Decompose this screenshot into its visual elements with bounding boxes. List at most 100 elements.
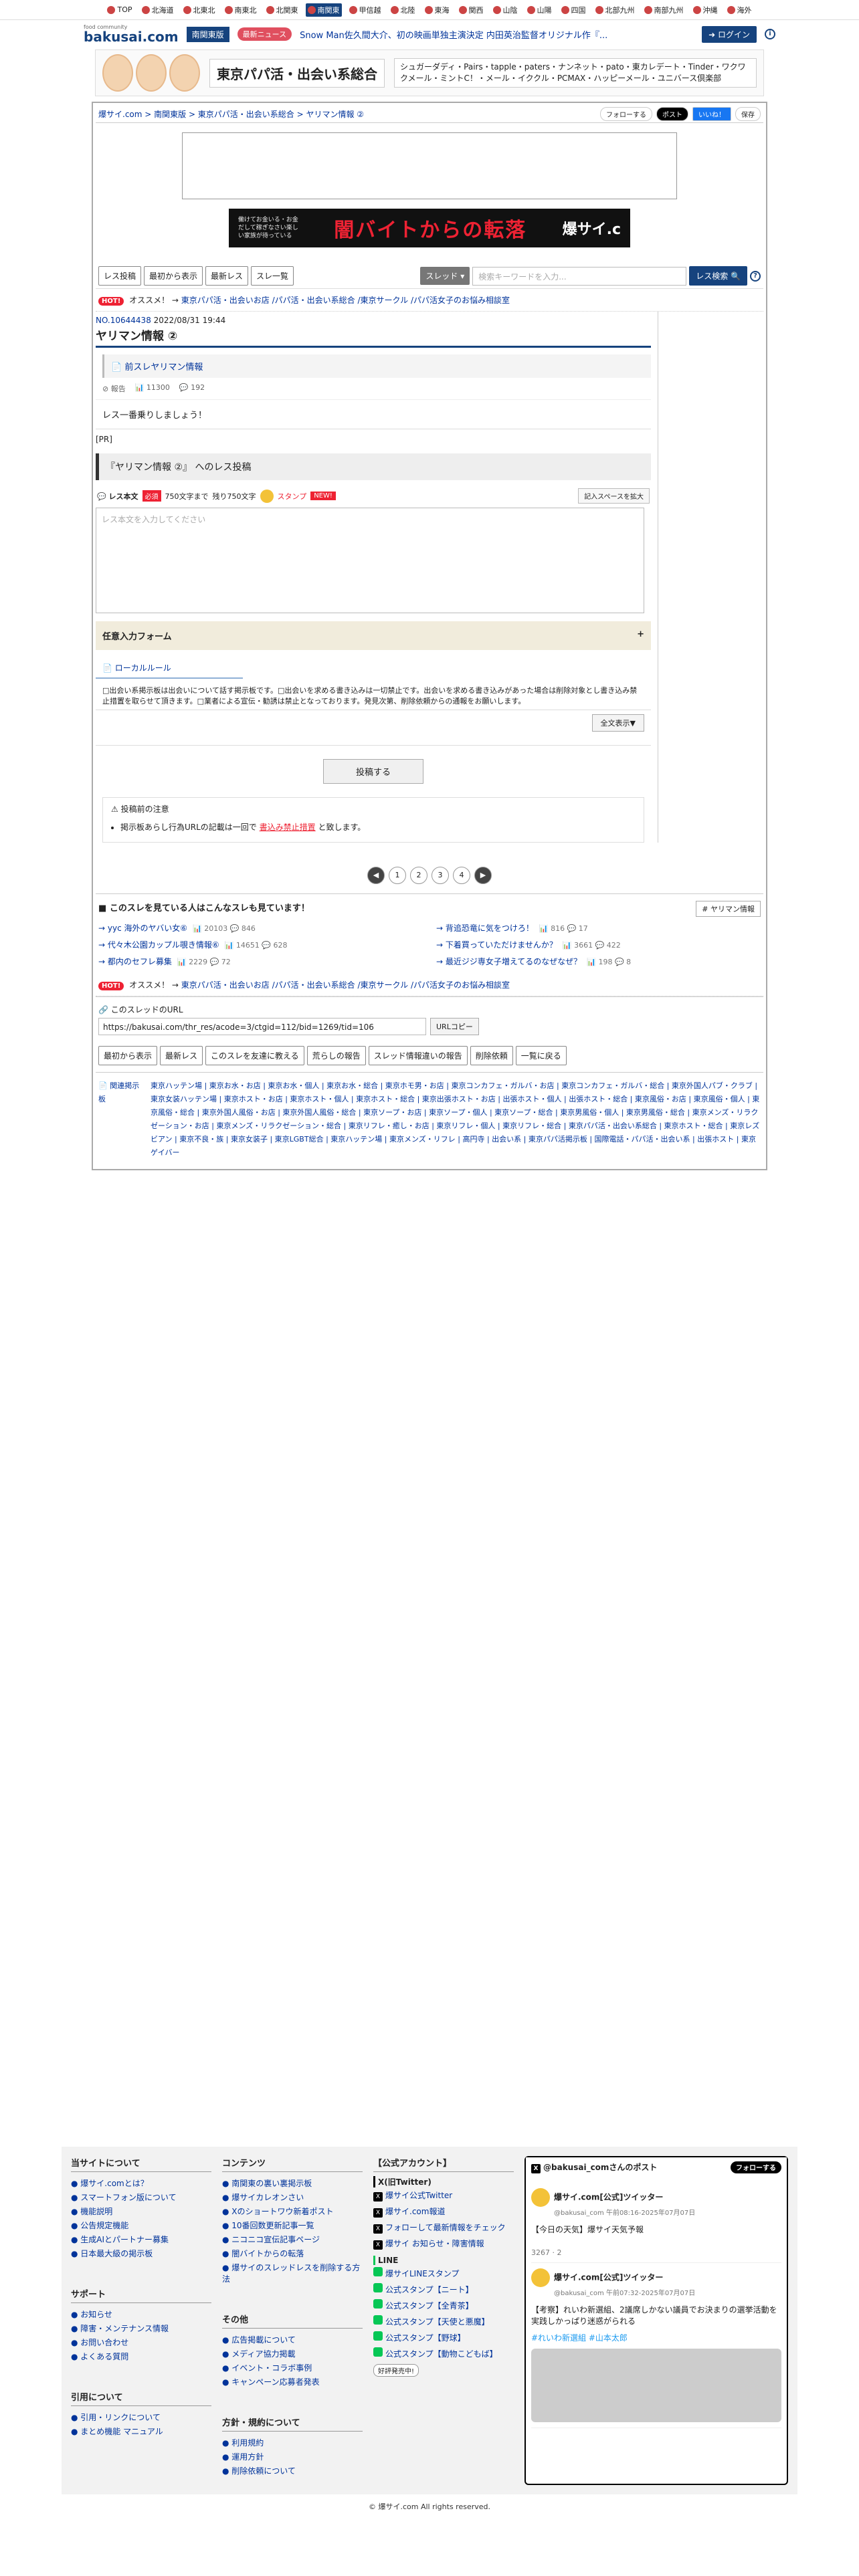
bottom-button[interactable]: 一覧に戻る (515, 1046, 567, 1065)
bottom-button[interactable]: スレッド情報違いの報告 (368, 1046, 468, 1065)
tag-button[interactable]: # ヤリマン情報 (696, 901, 761, 917)
footer-link[interactable]: ● よくある質問 (71, 2349, 211, 2363)
facebook-like-button[interactable]: いいね！ (692, 107, 731, 121)
related-boards-links[interactable]: 東京ハッテン場 | 東京お水・お店 | 東京お水・個人 | 東京お水・総合 | … (151, 1079, 761, 1160)
region-nav-item[interactable]: 南部九州 (642, 3, 686, 17)
stamp-icon[interactable] (260, 489, 274, 503)
prev-thread-link[interactable]: 📄 前スレヤリマン情報 (102, 354, 651, 378)
news-headline[interactable]: Snow Man佐久間大介、初の映画単独主演決定 内田英治監督オリジナル作『..… (300, 28, 694, 41)
timeline-follow-button[interactable]: フォローする (731, 2161, 781, 2173)
related-thread-item[interactable]: → 背追恐竜に気をつけろ！ 📊 816 💬 17 (436, 922, 761, 934)
footer-link[interactable]: ● 日本最大級の掲示板 (71, 2246, 211, 2260)
page-button[interactable]: 1 (389, 867, 406, 884)
region-nav-item[interactable]: 南関東 (305, 3, 342, 17)
thread-list-button[interactable]: スレ一覧 (251, 266, 294, 286)
footer-link[interactable]: ● 公告規定機能 (71, 2218, 211, 2232)
footer-link[interactable]: ● メディア協力掲載 (222, 2347, 363, 2361)
promo-banner[interactable]: 働けてお金いる・お金だして稼ぎなさい楽しい家族が待っている 闇バイトからの転落 … (229, 209, 630, 247)
post-reply-button[interactable]: レス投稿 (98, 266, 142, 286)
page-button[interactable]: 4 (453, 867, 470, 884)
x-account-link[interactable]: X 爆サイ.com報道 (373, 2204, 514, 2220)
top-banner-ad[interactable]: 東京パパ活・出会い系総合 シュガーダディ・Pairs・tapple・paters… (95, 49, 764, 96)
expand-textarea-button[interactable]: 記入スペースを拡大 (578, 488, 650, 504)
recommend-links-2[interactable]: 東京パパ活・出会いお店 /パパ活・出会い系総合 /東京サークル /パパ活女子のお… (181, 980, 510, 990)
x-account-link[interactable]: X 爆サイ お知らせ・障害情報 (373, 2236, 514, 2252)
search-input[interactable]: 検索キーワードを入力... (472, 266, 687, 286)
region-nav-item[interactable]: 海外 (725, 3, 754, 17)
stamp-button[interactable]: スタンプ (278, 491, 307, 502)
region-nav-item[interactable]: 北部九州 (593, 3, 637, 17)
related-thread-item[interactable]: → 下着買っていただけませんか？ 📊 3661 💬 422 (436, 939, 761, 950)
footer-link[interactable]: ● 広告掲載について (222, 2333, 363, 2347)
thread-number[interactable]: NO.10644438 (96, 316, 151, 325)
region-nav-item[interactable]: TOP (105, 4, 134, 15)
region-nav-item[interactable]: 東海 (423, 3, 452, 17)
region-nav-item[interactable]: 四国 (559, 3, 588, 17)
latest-replies-button[interactable]: 最新レス (205, 266, 249, 286)
region-nav-item[interactable]: 山陽 (525, 3, 554, 17)
footer-link[interactable]: ● キャンペーン応募者発表 (222, 2375, 363, 2389)
tweet[interactable]: 爆サイ.com[公式]ツイッター @bakusai_com 午前07:32-20… (531, 2263, 781, 2428)
recommend-links[interactable]: 東京パパ活・出会いお店 /パパ活・出会い系総合 /東京サークル /パパ活女子のお… (181, 296, 510, 305)
footer-link[interactable]: ● 削除依頼について (222, 2464, 363, 2478)
help-icon[interactable]: ? (750, 270, 761, 282)
footer-link[interactable]: ● スマートフォン版について (71, 2190, 211, 2204)
line-stamp-link[interactable]: 爆サイLINEスタンプ (373, 2265, 514, 2281)
area-button[interactable]: 南関東版 (186, 26, 229, 42)
bottom-button[interactable]: 最初から表示 (98, 1046, 158, 1065)
copy-url-button[interactable]: URLコピー (430, 1018, 479, 1035)
page-button[interactable]: 2 (410, 867, 427, 884)
x-account-link[interactable]: X 爆サイ公式Twitter (373, 2187, 514, 2204)
footer-link[interactable]: ● まとめ機能 マニュアル (71, 2424, 211, 2438)
footer-link[interactable]: ● 生成AIとパートナー募集 (71, 2232, 211, 2246)
optional-form-toggle[interactable]: 任意入力フォーム + (96, 621, 651, 650)
login-button[interactable]: ➜ ログイン (702, 25, 757, 43)
bottom-button[interactable]: 削除依頼 (470, 1046, 513, 1065)
footer-link[interactable]: ● 闇バイトからの転落 (222, 2246, 363, 2260)
x-post-button[interactable]: ポスト (656, 107, 688, 121)
footer-link[interactable]: ● 機能説明 (71, 2204, 211, 2218)
tweet[interactable]: 爆サイ.com[公式]ツイッター @bakusai_com 午前08:16-20… (531, 2183, 781, 2263)
submit-button[interactable]: 投稿する (323, 759, 423, 784)
show-full-rule-button[interactable]: 全文表示▼ (591, 714, 644, 732)
bottom-button[interactable]: 最新レス (160, 1046, 203, 1065)
footer-link[interactable]: ● Xのショートワウ新着ポスト (222, 2204, 363, 2218)
page-button[interactable]: ▶ (474, 867, 492, 884)
breadcrumb[interactable]: 爆サイ.com > 南関東版 > 東京パパ活・出会い系総合 > ヤリマン情報 ② (98, 108, 364, 120)
region-nav-item[interactable]: 北海道 (140, 3, 176, 17)
region-nav-item[interactable]: 南東北 (223, 3, 259, 17)
related-thread-item[interactable]: → 最近ジジ専女子増えてるのなぜなぜ？ 📊 198 💬 8 (436, 956, 761, 967)
line-stamp-link[interactable]: 公式スタンプ【野球】 (373, 2329, 514, 2345)
footer-link[interactable]: ● お問い合わせ (71, 2335, 211, 2349)
region-nav-item[interactable]: 関西 (457, 3, 486, 17)
footer-link[interactable]: ● 10番回数更新記事一覧 (222, 2218, 363, 2232)
region-nav-item[interactable]: 沖縄 (691, 3, 720, 17)
related-thread-item[interactable]: → 代々木公園カップル覗き情報⑥ 📊 14651 💬 628 (98, 939, 423, 950)
region-nav-item[interactable]: 北東北 (181, 3, 217, 17)
bottom-button[interactable]: 荒らしの報告 (306, 1046, 366, 1065)
bottom-button[interactable]: このスレを友達に教える (205, 1046, 304, 1065)
page-button[interactable]: ◀ (367, 867, 385, 884)
line-stamp-link[interactable]: 公式スタンプ【天使と悪魔】 (373, 2313, 514, 2329)
info-icon[interactable]: i (765, 29, 775, 39)
related-thread-item[interactable]: → 都内のセフレ募集 📊 2229 💬 72 (98, 956, 423, 967)
footer-link[interactable]: ● 引用・リンクについて (71, 2410, 211, 2424)
search-scope-select[interactable]: スレッド ▾ (420, 267, 470, 285)
thread-url-input[interactable]: https://bakusai.com/thr_res/acode=3/ctgi… (98, 1018, 426, 1035)
footer-link[interactable]: ● 利用規約 (222, 2436, 363, 2450)
site-logo[interactable]: food community bakusai.com (84, 25, 179, 44)
show-from-start-button[interactable]: 最初から表示 (144, 266, 203, 286)
footer-link[interactable]: ● 爆サイカレオンさい (222, 2190, 363, 2204)
footer-link[interactable]: ● 障害・メンテナンス情報 (71, 2321, 211, 2335)
x-account-link[interactable]: X フォローして最新情報をチェック (373, 2220, 514, 2236)
footer-link[interactable]: ● お知らせ (71, 2307, 211, 2321)
x-follow-button[interactable]: フォローする (600, 107, 652, 121)
save-button[interactable]: 保存 (735, 107, 761, 121)
stamp-on-sale-button[interactable]: 好評発売中! (373, 2364, 419, 2377)
ban-link[interactable]: 書込み禁止措置 (260, 823, 316, 832)
footer-link[interactable]: ● 運用方針 (222, 2450, 363, 2464)
page-button[interactable]: 3 (432, 867, 449, 884)
reply-textarea[interactable]: レス本文を入力してください (96, 508, 644, 613)
footer-link[interactable]: ● 爆サイのスレッドレスを削除する方法 (222, 2260, 363, 2286)
region-nav-item[interactable]: 山陰 (491, 3, 520, 17)
